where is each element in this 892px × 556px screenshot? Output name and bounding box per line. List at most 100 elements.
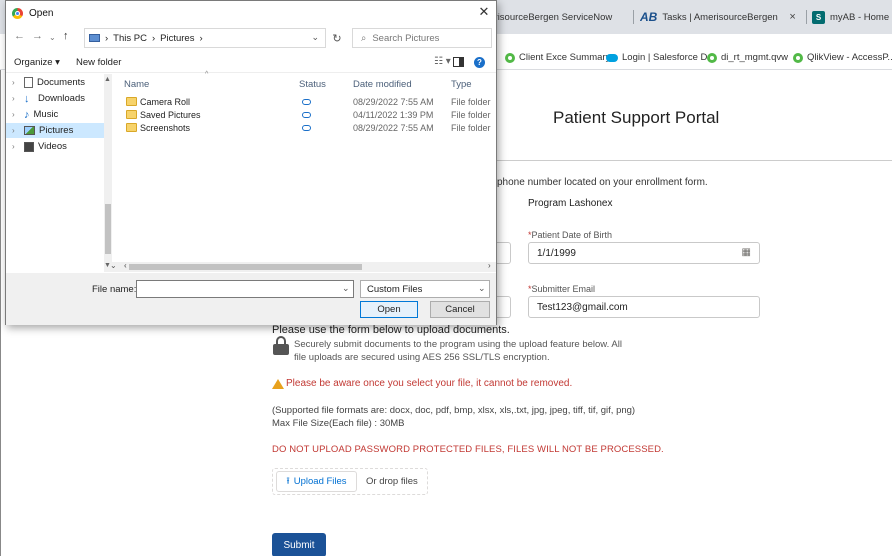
file-type-dropdown-icon[interactable]: ⌄ <box>478 283 486 294</box>
title-divider <box>486 160 892 161</box>
bookmark-label: di_rt_mgmt.qvw <box>721 52 789 63</box>
scroll-left-icon[interactable]: ‹ <box>124 261 127 270</box>
downloads-icon: ↓ <box>24 92 30 105</box>
expand-chevron-icon[interactable]: › <box>12 78 20 87</box>
chrome-icon <box>12 7 23 19</box>
file-name-dropdown-icon[interactable]: ⌄ <box>342 283 350 294</box>
column-header-name[interactable]: Name <box>124 79 149 90</box>
tab-separator <box>806 10 807 24</box>
file-type: File folder <box>451 97 491 107</box>
drop-files-text: Or drop files <box>366 476 418 487</box>
breadcrumb-separator: › <box>151 32 156 44</box>
nav-item-label: Downloads <box>38 93 85 104</box>
address-breadcrumb[interactable]: › This PC › Pictures › ⌄ <box>84 28 326 48</box>
tab-label: myAB - Home <box>830 11 890 23</box>
open-button[interactable]: Open <box>360 301 418 318</box>
file-name: Camera Roll <box>140 97 191 107</box>
expand-chevron-icon[interactable]: › <box>12 94 20 103</box>
search-pictures-input[interactable]: ⌕ Search Pictures <box>352 28 492 48</box>
videos-icon <box>24 141 34 152</box>
column-header-type[interactable]: Type <box>451 79 472 90</box>
nav-item-label: Pictures <box>39 125 74 136</box>
dob-value: 1/1/1999 <box>537 248 576 259</box>
cancel-button[interactable]: Cancel <box>430 301 490 318</box>
page-title: Patient Support Portal <box>553 108 720 127</box>
nav-item-label: Music <box>33 109 59 120</box>
nav-pane-collapse-icon[interactable]: ⌄ <box>110 261 117 270</box>
nav-item-music[interactable]: › ♪ Music <box>6 107 104 122</box>
bookmark-salesforce-login[interactable]: Login | Salesforce D... <box>606 52 715 63</box>
horizontal-scroll-thumb[interactable] <box>129 264 362 270</box>
upload-files-button[interactable]: ⭱ Upload Files <box>276 471 357 492</box>
file-name: Saved Pictures <box>140 110 201 120</box>
calendar-icon[interactable]: ▦ <box>742 247 751 258</box>
dialog-close-icon[interactable]: ✕ <box>476 4 492 20</box>
search-placeholder: Search Pictures <box>372 32 440 44</box>
organize-menu-button[interactable]: Organize ▾ <box>14 57 60 68</box>
bookmark-label: Client Exce Summary <box>519 52 611 63</box>
file-row[interactable]: Saved Pictures 04/11/2022 1:39 PM File f… <box>124 110 492 123</box>
warning-icon <box>272 378 284 389</box>
breadcrumb-separator: › <box>199 32 203 44</box>
nav-pane-scroll-thumb[interactable] <box>105 204 111 254</box>
dialog-nav-row: ← → ⌄ ↑ › This PC › Pictures › ⌄ ↻ ⌕ Sea… <box>6 27 496 49</box>
nav-item-downloads[interactable]: › ↓ Downloads <box>6 91 104 106</box>
upload-button-label: Upload Files <box>293 476 347 487</box>
tab-tasks[interactable]: AB Tasks | AmerisourceBergen Serv × <box>640 6 802 28</box>
file-type: File folder <box>451 123 491 133</box>
preview-pane-icon[interactable] <box>453 57 464 67</box>
recent-locations-chevron-icon[interactable]: ⌄ <box>49 33 56 42</box>
expand-chevron-icon[interactable]: › <box>12 126 20 135</box>
search-icon: ⌕ <box>361 32 367 44</box>
folder-icon <box>126 110 137 119</box>
nav-item-videos[interactable]: › Videos <box>6 139 104 154</box>
forward-arrow-icon[interactable]: → <box>32 30 43 42</box>
cloud-sync-icon <box>302 125 311 131</box>
expand-chevron-icon[interactable]: › <box>12 142 20 151</box>
bookmark-client-exce-summary[interactable]: Client Exce Summary <box>505 52 610 63</box>
file-type-select[interactable]: Custom Files <box>360 280 490 298</box>
qlik-icon <box>793 52 803 63</box>
submitter-email-field[interactable]: Test123@gmail.com <box>528 296 760 318</box>
file-removal-warning: Please be aware once you select your fil… <box>272 378 572 389</box>
music-icon: ♪ <box>24 108 30 121</box>
column-header-date[interactable]: Date modified <box>353 79 412 90</box>
cloud-sync-icon <box>302 112 311 118</box>
back-arrow-icon[interactable]: ← <box>14 30 25 42</box>
nav-item-documents[interactable]: › Documents <box>6 75 104 90</box>
file-name-input[interactable] <box>136 280 354 298</box>
email-label: *Submitter Email <box>528 284 596 294</box>
qlik-icon <box>707 52 717 63</box>
scroll-up-icon[interactable]: ▲ <box>104 76 111 83</box>
file-name: Screenshots <box>140 123 191 133</box>
warning-text: Please be aware once you select your fil… <box>286 378 573 389</box>
refresh-icon[interactable]: ↻ <box>328 28 346 48</box>
change-view-icon[interactable]: ☷ ▾ <box>434 56 451 67</box>
file-row[interactable]: Screenshots 08/29/2022 7:55 AM File fold… <box>124 123 492 136</box>
cloud-sync-icon <box>302 99 311 105</box>
breadcrumb-this-pc[interactable]: This PC <box>113 33 147 44</box>
scroll-right-icon[interactable]: › <box>488 261 491 270</box>
hidden-field-edge <box>497 296 511 318</box>
new-folder-button[interactable]: New folder <box>76 57 121 68</box>
page-divider <box>0 70 1 556</box>
lock-icon <box>273 336 289 355</box>
submit-button[interactable]: Submit <box>272 533 326 556</box>
secure-text-line1: Securely submit documents to the program… <box>294 339 622 350</box>
bookmark-qlikview[interactable]: QlikView - AccessP... <box>793 52 892 63</box>
help-icon[interactable]: ? <box>474 57 485 68</box>
column-header-status[interactable]: Status <box>299 79 326 90</box>
expand-chevron-icon[interactable]: › <box>12 110 20 119</box>
file-date: 08/29/2022 7:55 AM <box>353 123 434 133</box>
tab-label: Tasks | AmerisourceBergen Serv <box>662 11 780 23</box>
tab-myab[interactable]: S myAB - Home <box>812 6 892 28</box>
address-dropdown-icon[interactable]: ⌄ <box>311 32 319 43</box>
nav-item-pictures[interactable]: › Pictures <box>6 123 104 138</box>
bookmark-label: Login | Salesforce D... <box>622 52 716 63</box>
file-row[interactable]: Camera Roll 08/29/2022 7:55 AM File fold… <box>124 97 492 110</box>
date-of-birth-field[interactable]: 1/1/1999 ▦ <box>528 242 760 264</box>
tab-close-icon[interactable]: × <box>789 11 795 23</box>
up-arrow-icon[interactable]: ↑ <box>63 30 69 42</box>
bookmark-di-rt-mgmt[interactable]: di_rt_mgmt.qvw <box>707 52 788 63</box>
breadcrumb-pictures[interactable]: Pictures <box>160 33 194 44</box>
